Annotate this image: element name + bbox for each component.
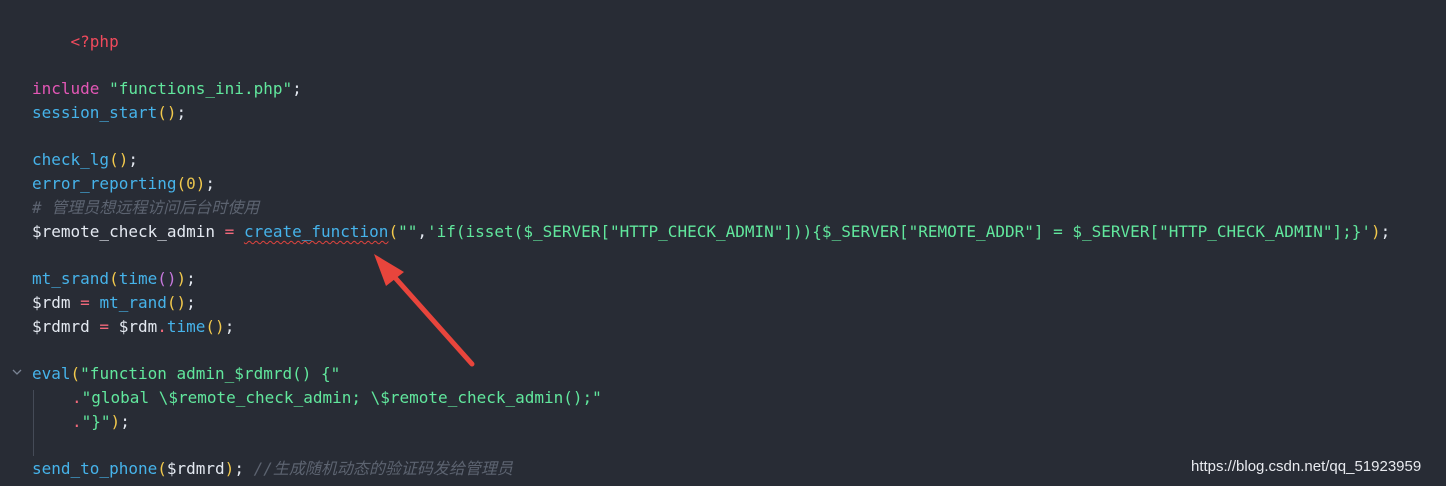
watermark-url: https://blog.csdn.net/qq_51923959	[1191, 458, 1422, 475]
code-editor[interactable]: <?php include "functions_ini.php"; sessi…	[0, 0, 1446, 486]
red-arrow-annotation	[374, 254, 475, 367]
